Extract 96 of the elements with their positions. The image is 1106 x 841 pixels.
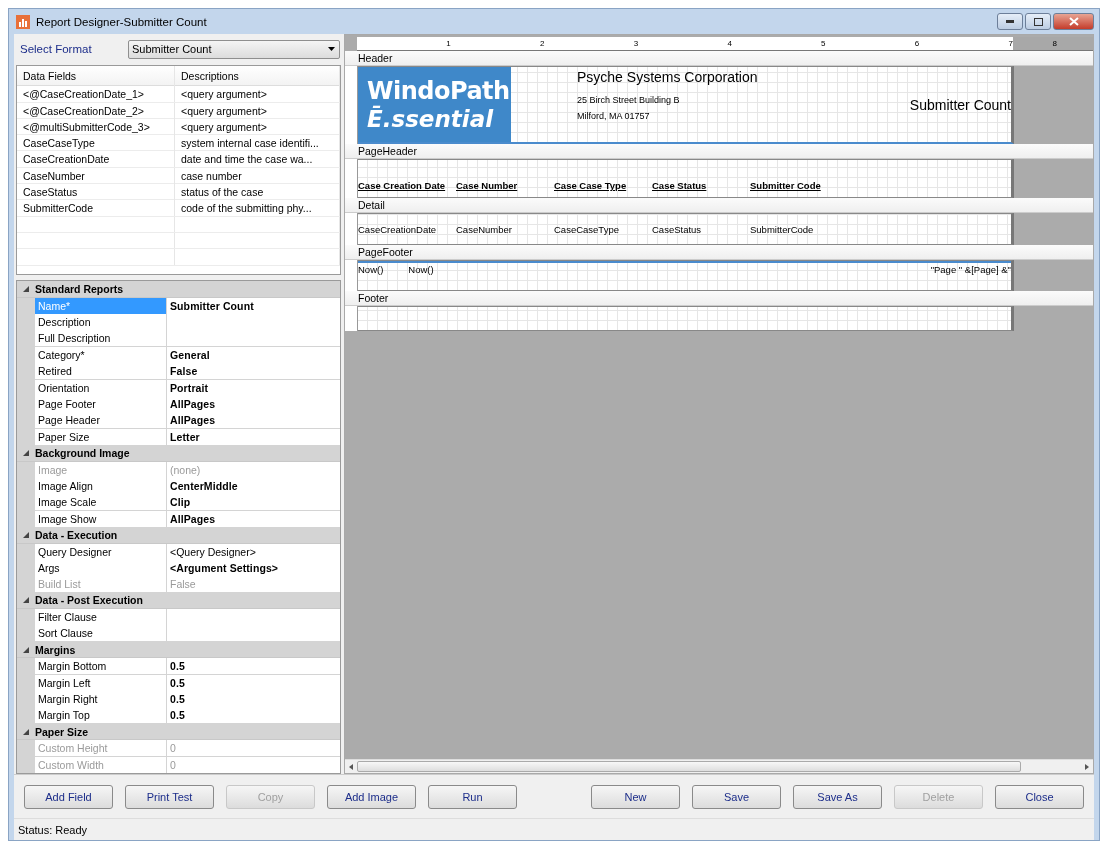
table-cell: SubmitterCode	[17, 200, 175, 217]
property-name[interactable]: Image Scale	[35, 494, 167, 511]
status-text: Status: Ready	[18, 823, 88, 836]
detail-field[interactable]: SubmitterCode	[750, 223, 870, 235]
category-label: Standard Reports	[35, 282, 124, 295]
table-cell: CaseStatus	[17, 184, 175, 201]
table-cell: code of the submitting phy...	[175, 200, 340, 217]
minimize-icon	[1006, 20, 1014, 24]
detail-field[interactable]: CaseNumber	[456, 223, 554, 235]
property-name[interactable]: Margin Top	[35, 707, 167, 724]
table-cell: CaseCaseType	[17, 135, 175, 152]
scroll-left-icon[interactable]	[349, 763, 353, 770]
table-cell: system internal case identifi...	[175, 135, 340, 152]
section-label: Footer	[358, 292, 389, 305]
format-dropdown[interactable]: Submitter Count	[128, 39, 340, 59]
action-button[interactable]: Run	[428, 784, 517, 809]
scrollbar-thumb[interactable]	[357, 761, 1021, 772]
collapse-triangle-icon[interactable]	[23, 531, 29, 538]
action-button[interactable]: Save	[692, 784, 781, 809]
action-button[interactable]: Save As	[793, 784, 882, 809]
detail-field[interactable]: CaseCaseType	[554, 223, 652, 235]
ruler-number: 5	[820, 38, 826, 51]
action-button[interactable]: Add Image	[327, 784, 416, 809]
section-label: PageHeader	[358, 145, 417, 158]
property-name[interactable]: Page Footer	[35, 396, 167, 412]
footer-field[interactable]: Now()	[358, 264, 384, 276]
collapse-triangle-icon[interactable]	[23, 728, 29, 735]
table-cell: date and time the case wa...	[175, 151, 340, 168]
column-heading[interactable]: Submitter Code	[750, 180, 870, 193]
table-cell: <query argument>	[175, 118, 340, 135]
table-cell: <@CaseCreationDate_1>	[17, 86, 175, 103]
chart-icon	[16, 14, 30, 29]
property-name[interactable]: Margin Right	[35, 691, 167, 708]
ruler-number: 2	[538, 38, 545, 51]
select-format-label: Select Format	[20, 43, 93, 56]
detail-field[interactable]: CaseStatus	[652, 223, 750, 235]
company-name: Psyche Systems Corporation	[577, 69, 758, 86]
table-cell: <@CaseCreationDate_2>	[17, 102, 175, 119]
property-name[interactable]: Full Description	[35, 330, 167, 347]
section-label: Header	[358, 52, 393, 65]
category-label: Paper Size	[35, 725, 89, 738]
table-cell: CaseCreationDate	[17, 151, 175, 168]
table-cell: status of the case	[175, 184, 340, 201]
column-heading[interactable]: Case Creation Date	[358, 180, 456, 193]
action-button[interactable]: Add Field	[24, 784, 113, 809]
report-title: Submitter Count	[909, 96, 1011, 113]
table-cell: CaseNumber	[17, 167, 175, 184]
property-name[interactable]: Sort Clause	[35, 625, 167, 642]
ruler-number: 7	[1007, 38, 1013, 51]
category-label: Margins	[35, 643, 76, 656]
logo: WindoPath Ē.ssential	[358, 67, 511, 143]
minimize-button[interactable]	[997, 13, 1023, 31]
section-label: PageFooter	[358, 246, 413, 259]
column-header[interactable]: Descriptions	[175, 66, 340, 87]
close-icon	[1068, 17, 1079, 27]
table-cell: <@multiSubmitterCode_3>	[17, 118, 175, 135]
window-title: Report Designer-Submitter Count	[36, 15, 207, 28]
section-label: Detail	[358, 199, 385, 212]
caret-icon	[328, 47, 335, 52]
maximize-button[interactable]	[1025, 13, 1051, 31]
detail-field[interactable]: CaseCreationDate	[358, 223, 456, 235]
ruler-number: 6	[913, 38, 920, 51]
address-line: Milford, MA 01757	[577, 111, 651, 122]
ruler-number: 8	[1051, 38, 1057, 51]
property-name[interactable]: Description	[35, 314, 167, 331]
column-heading[interactable]: Case Number	[456, 180, 554, 193]
table-cell: case number	[175, 167, 340, 184]
category-label: Background Image	[35, 446, 130, 459]
address-line: 25 Birch Street Building B	[577, 95, 681, 106]
table-cell: <query argument>	[175, 102, 340, 119]
collapse-triangle-icon[interactable]	[23, 646, 29, 653]
column-heading[interactable]: Case Status	[652, 180, 750, 193]
column-header[interactable]: Data Fields	[17, 66, 175, 87]
action-button[interactable]: Print Test	[125, 784, 214, 809]
scroll-right-icon[interactable]	[1085, 763, 1089, 770]
collapse-triangle-icon[interactable]	[23, 597, 29, 604]
ruler-number: 1	[445, 38, 451, 51]
action-button[interactable]: Close	[995, 784, 1084, 809]
action-button[interactable]: New	[591, 784, 680, 809]
ruler-number: 4	[726, 38, 732, 51]
footer-field[interactable]: "Page " &[Page] &"	[930, 264, 1011, 276]
collapse-triangle-icon[interactable]	[23, 449, 29, 456]
horizontal-scrollbar[interactable]	[345, 759, 1093, 773]
category-label: Data - Post Execution	[35, 594, 143, 607]
property-name[interactable]: Margin Bottom	[35, 658, 167, 675]
collapse-triangle-icon[interactable]	[23, 285, 29, 292]
property-name[interactable]: Page Header	[35, 412, 167, 429]
table-cell: <query argument>	[175, 86, 340, 103]
close-button[interactable]	[1053, 13, 1094, 31]
category-label: Data - Execution	[35, 528, 118, 541]
ruler-number: 3	[632, 38, 639, 51]
property-name[interactable]: Filter Clause	[35, 609, 167, 626]
footer-field[interactable]: Now()	[408, 264, 434, 276]
maximize-icon	[1033, 17, 1043, 26]
column-heading[interactable]: Case Case Type	[554, 180, 652, 193]
property-name[interactable]: Retired	[35, 363, 167, 380]
